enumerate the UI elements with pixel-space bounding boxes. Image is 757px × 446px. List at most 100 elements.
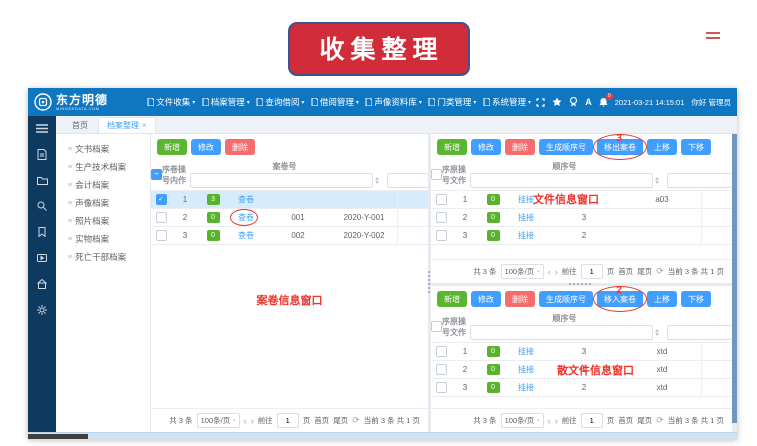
toolbar-button[interactable]: 删除 (225, 139, 255, 155)
medal-icon[interactable] (569, 97, 578, 107)
next-page-button[interactable]: › (555, 417, 558, 425)
prev-page-button[interactable]: ‹ (244, 417, 247, 425)
bell-icon[interactable]: 0 (599, 97, 608, 107)
column-header[interactable]: 案卷号 (190, 161, 379, 172)
nav-menu-item[interactable]: 文件收集 ▾ (147, 96, 195, 108)
column-header[interactable]: 卷内 (170, 164, 178, 186)
filter-input[interactable] (190, 173, 373, 188)
nav-menu-item[interactable]: 声像资料库 ▾ (365, 96, 422, 108)
row-checkbox[interactable] (436, 194, 447, 205)
view-volume-link[interactable]: 查卷 (238, 231, 254, 240)
tree-item[interactable]: ≡ 生产技术档案 (56, 158, 150, 176)
nav-menu-item[interactable]: 门类管理 ▾ (428, 96, 476, 108)
column-header[interactable]: 顺序号 (470, 313, 659, 324)
star-icon[interactable] (552, 97, 562, 107)
rail-av-library-icon[interactable] (37, 253, 47, 263)
rail-file-collect-icon[interactable] (37, 149, 47, 160)
table-row[interactable]: 3 0 挂接 2 (431, 227, 732, 245)
toolbar-button[interactable]: 删除 (505, 139, 535, 155)
rail-archive-icon[interactable] (37, 176, 48, 185)
refresh-icon[interactable]: ⟳ (656, 415, 664, 426)
sort-icon[interactable] (655, 329, 659, 336)
fullscreen-icon[interactable] (536, 98, 545, 107)
page-size-select[interactable]: 100条/页▾ (197, 413, 240, 428)
column-header[interactable]: 操作 (178, 164, 186, 186)
horizontal-scrollbar[interactable] (28, 432, 737, 440)
tree-item[interactable]: ≡ 实物档案 (56, 230, 150, 248)
row-checkbox[interactable]: ✓ (156, 194, 167, 205)
toolbar-button[interactable]: 新增 (437, 139, 467, 155)
scrollbar-thumb[interactable] (28, 434, 88, 439)
toolbar-button[interactable]: 修改 (471, 291, 501, 307)
hamburger-icon[interactable] (706, 29, 720, 42)
table-row[interactable]: 3 0 查卷 002 2020-Y-002 (151, 227, 428, 245)
tab-home[interactable]: 首页 (64, 118, 96, 133)
column-header[interactable]: 文件题名 (667, 161, 732, 172)
nav-menu-item[interactable]: 档案管理 ▾ (202, 96, 250, 108)
table-row[interactable]: 2 0 挂接 3 (431, 209, 732, 227)
column-header[interactable]: 操作 (458, 164, 466, 186)
row-checkbox[interactable] (436, 382, 447, 393)
attach-link[interactable]: 挂接 (518, 231, 534, 240)
select-all-checkbox[interactable] (431, 321, 442, 332)
page-number-input[interactable] (277, 413, 299, 428)
toolbar-button[interactable]: 下移 (681, 291, 711, 307)
tree-item[interactable]: ≡ 照片档案 (56, 212, 150, 230)
rail-bookmark-icon[interactable] (38, 227, 46, 237)
column-header[interactable]: 操作 (458, 316, 466, 338)
filter-input[interactable] (470, 173, 653, 188)
prev-page-button[interactable]: ‹ (548, 268, 551, 276)
rail-search-icon[interactable] (37, 201, 47, 211)
attach-link[interactable]: 挂接 (518, 383, 534, 392)
toolbar-button[interactable]: 上移 (647, 139, 677, 155)
last-page-link[interactable]: 尾页 (333, 415, 348, 426)
tree-item[interactable]: ≡ 文书档案 (56, 140, 150, 158)
attach-link[interactable]: 挂接 (518, 365, 534, 374)
filter-input[interactable] (387, 173, 428, 188)
close-icon[interactable]: × (142, 121, 147, 130)
last-page-link[interactable]: 尾页 (637, 266, 652, 277)
first-page-link[interactable]: 首页 (618, 266, 633, 277)
toolbar-button[interactable]: 上移 (647, 291, 677, 307)
nav-greeting[interactable]: 你好 管理员 (691, 97, 731, 108)
toolbar-button[interactable]: 生成顺序号 (539, 291, 593, 307)
filter-input[interactable] (667, 173, 732, 188)
row-checkbox[interactable] (156, 212, 167, 223)
tree-item[interactable]: ≡ 声像档案 (56, 194, 150, 212)
scrollbar-thumb[interactable] (732, 134, 737, 423)
table-row[interactable]: 3 0 挂接 2 xtd (431, 379, 732, 397)
tree-item[interactable]: ≡ 死亡干部档案 (56, 248, 150, 266)
column-header[interactable]: 序号 (442, 316, 450, 338)
view-volume-link[interactable]: 查卷 (238, 195, 254, 204)
nav-menu-item[interactable]: 系统管理 ▾ (483, 96, 531, 108)
toolbar-button[interactable]: 生成顺序号 (539, 139, 593, 155)
brand[interactable]: 东方明德 MINGDEDATA.COM (34, 93, 142, 111)
next-page-button[interactable]: › (251, 417, 254, 425)
vertical-scrollbar[interactable] (732, 134, 737, 432)
toolbar-button[interactable]: 下移 (681, 139, 711, 155)
select-all-checkbox[interactable] (431, 169, 442, 180)
tab-archive-organize[interactable]: 档案整理× (98, 117, 156, 133)
table-row[interactable]: 1 0 挂接 3 xtd (431, 343, 732, 361)
page-size-select[interactable]: 100条/页▾ (501, 264, 544, 279)
page-number-input[interactable] (581, 264, 603, 279)
toolbar-button[interactable]: 新增 (157, 139, 187, 155)
rail-category-icon[interactable] (37, 279, 47, 289)
prev-page-button[interactable]: ‹ (548, 417, 551, 425)
first-page-link[interactable]: 首页 (314, 415, 329, 426)
row-checkbox[interactable] (436, 230, 447, 241)
sort-icon[interactable] (655, 177, 659, 184)
first-page-link[interactable]: 首页 (618, 415, 633, 426)
column-header[interactable]: 原文 (450, 316, 458, 338)
select-all-checkbox[interactable]: – (151, 169, 162, 180)
toolbar-button[interactable]: 新增 (437, 291, 467, 307)
page-size-select[interactable]: 100条/页▾ (501, 413, 544, 428)
row-checkbox[interactable] (436, 212, 447, 223)
column-header[interactable]: 原文 (450, 164, 458, 186)
column-header[interactable]: 序号 (442, 164, 450, 186)
column-header[interactable]: 序号 (162, 164, 170, 186)
nav-menu-item[interactable]: 借阅管理 ▾ (311, 96, 359, 108)
refresh-icon[interactable]: ⟳ (656, 266, 664, 277)
row-checkbox[interactable] (436, 346, 447, 357)
table-row[interactable]: 2 0 查卷 001 2020-Y-001 (151, 209, 428, 227)
